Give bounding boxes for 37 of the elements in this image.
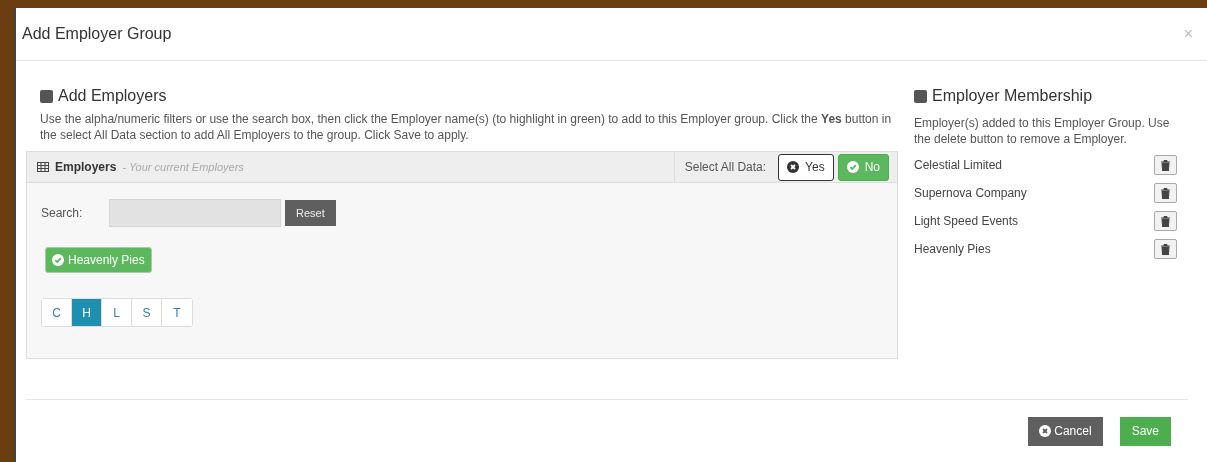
section-heading: Employer Membership <box>932 87 1093 105</box>
select-all-label: Select All Data: <box>684 160 767 174</box>
panel-title: Employers <box>55 160 117 174</box>
section-heading: Add Employers <box>58 87 167 105</box>
check-circle-icon <box>52 254 64 266</box>
employer-chip[interactable]: Heavenly Pies <box>45 247 152 273</box>
trash-icon <box>1161 187 1170 199</box>
delete-button[interactable] <box>1154 183 1177 203</box>
check-circle-icon <box>846 161 859 173</box>
delete-button[interactable] <box>1154 211 1177 231</box>
delete-button[interactable] <box>1154 155 1177 175</box>
search-field[interactable] <box>109 199 281 227</box>
member-name: Supernova Company <box>914 186 1027 200</box>
member-name: Light Speed Events <box>914 214 1019 228</box>
square-icon <box>40 89 53 103</box>
dialog-title: Add Employer Group <box>22 25 172 43</box>
cancel-button[interactable]: Cancel <box>1028 416 1103 446</box>
member-name: Heavenly Pies <box>914 242 991 256</box>
letter-filter[interactable]: C <box>42 299 72 326</box>
trash-icon <box>1161 159 1170 171</box>
panel-subtitle: - Your current Employers <box>122 161 244 173</box>
toggle-button[interactable]: Yes <box>778 153 834 181</box>
search-label: Search: <box>41 206 84 220</box>
trash-icon <box>1161 243 1170 255</box>
trash-icon <box>1161 215 1170 227</box>
square-icon <box>914 89 927 103</box>
table-icon <box>37 162 49 172</box>
letter-filter[interactable]: H <box>72 299 102 326</box>
membership-text: Employer(s) added to this Employer Group. Use the delete button to remove a Employer. <box>914 115 1171 147</box>
reset-button[interactable]: Reset <box>285 200 336 226</box>
toggle-button[interactable]: No <box>837 153 889 181</box>
x-circle-icon <box>1039 425 1052 437</box>
save-button[interactable]: Save <box>1119 416 1171 446</box>
instructions-text: Use the alpha/numeric filters or use the search box, then click the Employer name(s) (to highlight in green) to add to this Employer group. Click the Yes button in the select All Data section to add All Employers to the group. Click Save to apply. <box>40 111 893 143</box>
member-name: Celestial Limited <box>914 158 1003 172</box>
x-circle-icon <box>787 161 800 173</box>
delete-button[interactable] <box>1154 239 1177 259</box>
